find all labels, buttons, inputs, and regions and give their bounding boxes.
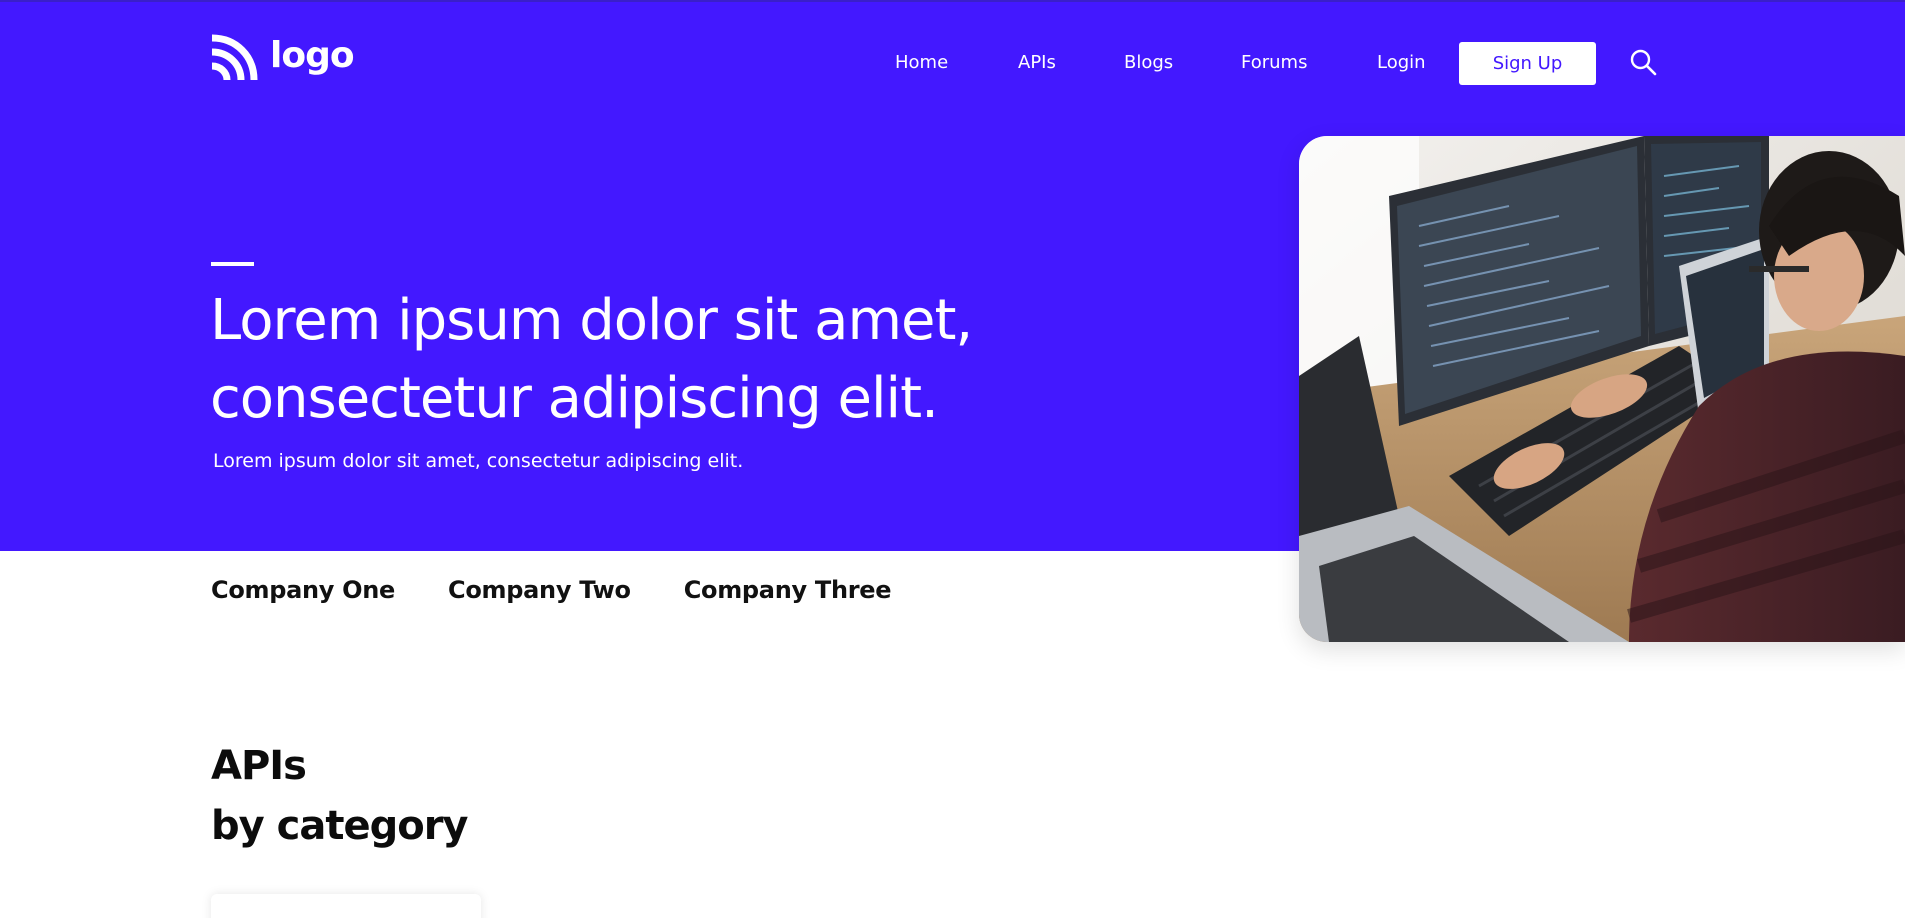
company-name: Company Two — [448, 576, 631, 604]
landing-page: logo Home APIs Blogs Forums Login Sign U… — [0, 0, 1905, 918]
logo-icon — [211, 34, 258, 81]
apis-title-line1: APIs — [211, 743, 307, 789]
signup-button[interactable]: Sign Up — [1459, 42, 1596, 85]
hero-image — [1299, 136, 1905, 642]
nav-link-home[interactable]: Home — [895, 48, 948, 78]
search-icon[interactable] — [1629, 48, 1657, 76]
hero-accent-line — [211, 262, 254, 266]
logo-text: logo — [270, 35, 355, 76]
nav-link-apis[interactable]: APIs — [1018, 48, 1056, 78]
hero-subtitle: Lorem ipsum dolor sit amet, consectetur … — [213, 450, 744, 472]
logo[interactable]: logo — [210, 34, 355, 82]
nav-link-blogs[interactable]: Blogs — [1124, 48, 1173, 78]
apis-title-line2: by category — [211, 803, 468, 849]
developer-workstation-photo — [1299, 136, 1905, 642]
category-card[interactable] — [211, 894, 481, 918]
hero-title: Lorem ipsum dolor sit amet, consectetur … — [210, 288, 973, 431]
company-name: Company Three — [683, 576, 892, 604]
apis-section-title: APIs by category — [211, 736, 468, 856]
nav-link-forums[interactable]: Forums — [1241, 48, 1307, 78]
companies-row: Company One Company Two Company Three — [211, 576, 892, 604]
nav-link-login[interactable]: Login — [1377, 48, 1426, 78]
company-name: Company One — [211, 576, 396, 604]
